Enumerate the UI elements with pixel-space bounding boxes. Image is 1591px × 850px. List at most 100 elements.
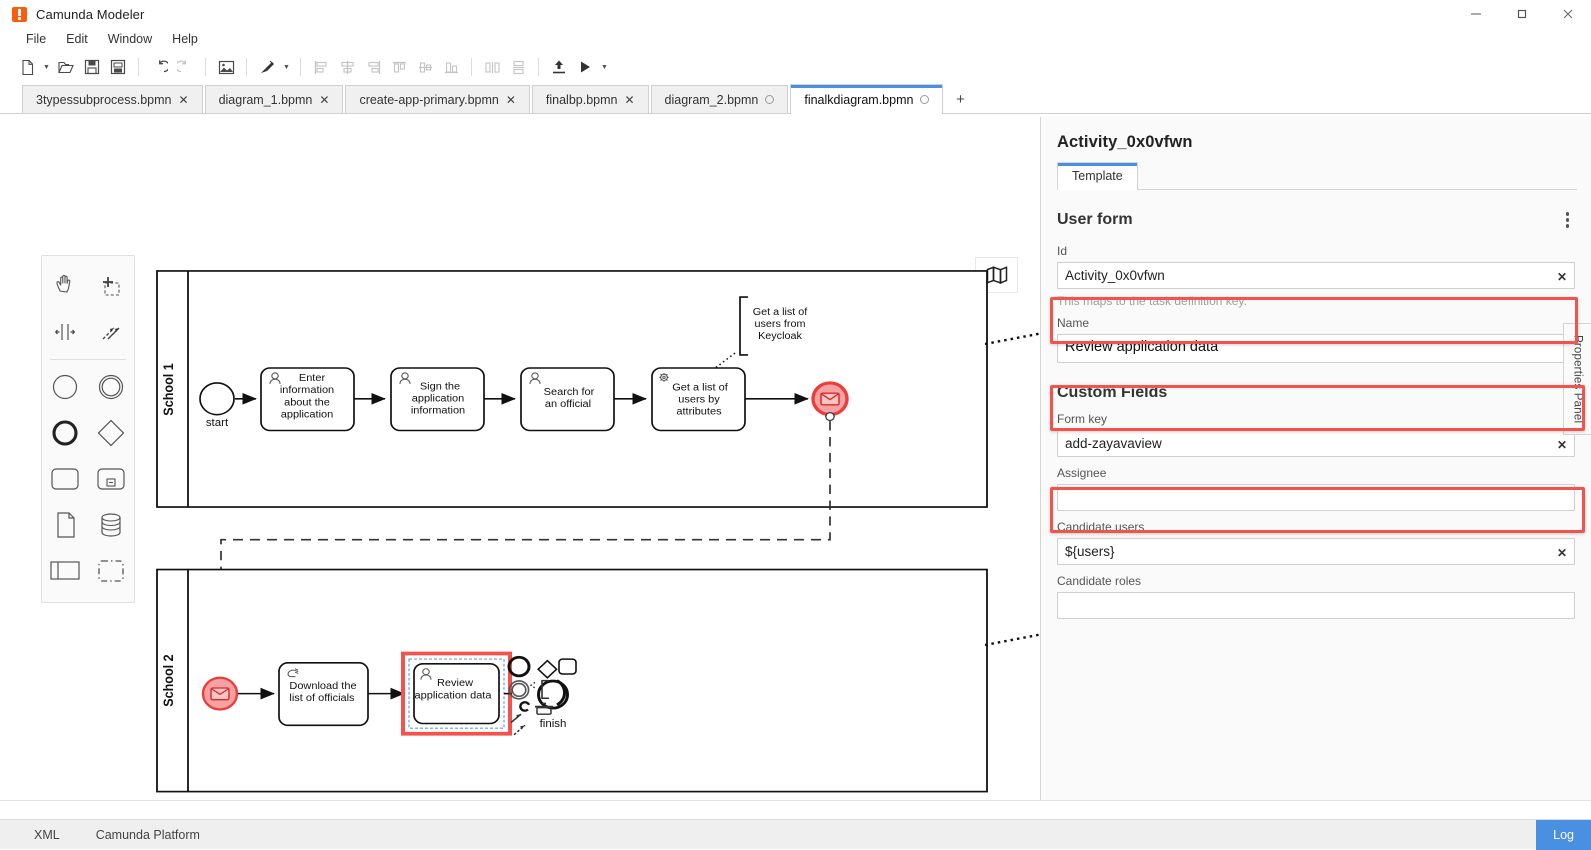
id-input[interactable]	[1057, 261, 1575, 289]
tab-diagram-2[interactable]: diagram_2.bpmn	[650, 85, 789, 113]
minimize-button[interactable]	[1453, 0, 1499, 28]
user-form-group-header: User form	[1057, 208, 1575, 232]
annotation-connector-candidate-users	[985, 633, 1040, 647]
clear-icon[interactable]: ✕	[1557, 547, 1567, 559]
task-get-list-of-users[interactable]: Get a list of users by attributes	[651, 367, 746, 432]
svg-text:an official: an official	[545, 398, 591, 410]
start-event[interactable]	[199, 382, 235, 416]
app-title: Camunda Modeler	[36, 6, 145, 22]
start-instance-icon[interactable]	[572, 54, 598, 80]
toolbar-separator	[538, 58, 539, 76]
deploy-icon[interactable]	[546, 54, 572, 80]
title-bar: Camunda Modeler	[0, 0, 1591, 28]
task-search-official[interactable]: Search for an official	[520, 367, 615, 432]
start-instance-caret[interactable]: ▼	[598, 54, 611, 80]
candidate-users-input[interactable]	[1057, 537, 1575, 565]
field-label-form-key: Form key	[1057, 411, 1108, 426]
pool-school-2: School 2 Download the list of officials …	[156, 568, 988, 793]
svg-text:Enter: Enter	[299, 372, 326, 384]
log-button[interactable]: Log	[1536, 819, 1591, 850]
svg-text:Keycloak: Keycloak	[758, 331, 803, 342]
toolbar-separator	[471, 58, 472, 76]
field-assignee: Assignee	[1057, 466, 1575, 511]
align-middle-icon	[412, 54, 438, 80]
svg-text:information: information	[280, 385, 334, 397]
align-tool-caret[interactable]: ▼	[280, 54, 293, 80]
bpmn-diagram[interactable]: School 1 start Enter information about t…	[0, 117, 1040, 800]
unsaved-indicator-icon[interactable]	[765, 95, 775, 104]
name-textarea[interactable]	[1057, 333, 1575, 363]
svg-text:about the: about the	[284, 397, 330, 409]
tab-diagram-1[interactable]: diagram_1.bpmn ✕	[204, 85, 344, 113]
maximize-button[interactable]	[1499, 0, 1545, 28]
kebab-menu-icon[interactable]	[1560, 208, 1576, 232]
status-camunda-platform[interactable]: Camunda Platform	[86, 828, 210, 842]
menu-edit[interactable]: Edit	[56, 30, 98, 48]
align-right-icon	[360, 54, 386, 80]
align-left-icon	[308, 54, 334, 80]
save-as-icon[interactable]	[105, 54, 131, 80]
task-download-list-officials[interactable]: Download the list of officials	[278, 662, 369, 727]
field-label-candidate-roles: Candidate roles	[1057, 573, 1142, 588]
custom-fields-title: Custom Fields	[1057, 383, 1168, 401]
svg-text:attributes: attributes	[676, 406, 721, 418]
close-icon[interactable]: ✕	[506, 94, 516, 106]
clear-icon[interactable]: ✕	[1557, 271, 1567, 283]
tab-label: create-app-primary.bpmn	[359, 92, 499, 107]
toolbar-separator	[246, 58, 247, 76]
assignee-input[interactable]	[1057, 483, 1575, 511]
page-title: Activity_0x0vfwn	[1057, 133, 1193, 151]
close-button[interactable]	[1545, 0, 1591, 28]
close-icon[interactable]: ✕	[624, 94, 634, 106]
close-icon[interactable]: ✕	[319, 94, 329, 106]
svg-text:application: application	[281, 409, 334, 421]
align-tool-icon[interactable]	[254, 54, 280, 80]
task-sign-application[interactable]: Sign the application information	[390, 367, 485, 432]
properties-panel: Activity_0x0vfwn Template User form Id ✕…	[1040, 117, 1591, 800]
add-tab-button[interactable]: +	[945, 85, 976, 113]
new-file-icon[interactable]	[14, 54, 40, 80]
field-form-key: Form key ✕	[1057, 412, 1575, 457]
align-top-icon	[386, 54, 412, 80]
unsaved-indicator-icon[interactable]	[920, 95, 930, 104]
field-candidate-roles: Candidate roles	[1057, 574, 1575, 619]
open-folder-icon[interactable]	[53, 54, 79, 80]
form-key-input[interactable]	[1057, 429, 1575, 457]
export-image-icon[interactable]	[213, 54, 239, 80]
svg-text:Download the: Download the	[289, 680, 356, 692]
candidate-roles-input[interactable]	[1057, 591, 1575, 619]
tab-finalbp[interactable]: finalbp.bpmn ✕	[531, 85, 649, 113]
tab-create-app-primary[interactable]: create-app-primary.bpmn ✕	[345, 85, 530, 113]
tab-template[interactable]: Template	[1057, 162, 1138, 190]
properties-panel-toggle[interactable]: Properties Panel	[1563, 323, 1591, 435]
menu-window[interactable]: Window	[98, 30, 162, 48]
tab-finalkdiagram[interactable]: finalkdiagram.bpmn	[790, 84, 944, 114]
svg-text:list of officials: list of officials	[289, 692, 354, 704]
toolbar-separator	[205, 58, 206, 76]
group-title: User form	[1057, 210, 1133, 228]
svg-text:Review: Review	[437, 677, 473, 689]
menu-help[interactable]: Help	[162, 30, 208, 48]
tab-3typessubprocess[interactable]: 3typessubprocess.bpmn ✕	[22, 85, 203, 113]
properties-panel-toggle-label: Properties Panel	[1571, 334, 1584, 424]
save-icon[interactable]	[79, 54, 105, 80]
field-id: Id ✕	[1057, 244, 1575, 289]
new-file-dropdown-caret[interactable]: ▼	[40, 54, 53, 80]
message-start-event[interactable]	[201, 676, 239, 711]
svg-text:users from: users from	[755, 319, 806, 330]
tab-label: finalkdiagram.bpmn	[804, 92, 914, 107]
pool-school-1: School 1 start Enter information about t…	[156, 270, 988, 508]
clear-icon[interactable]: ✕	[1557, 439, 1567, 451]
tab-label: diagram_2.bpmn	[664, 92, 759, 107]
task-review-application-data[interactable]: Review application data	[401, 651, 512, 736]
close-icon[interactable]: ✕	[179, 94, 189, 106]
bpmn-canvas[interactable]: School 1 start Enter information about t…	[0, 117, 1040, 800]
distribute-horizontal-icon	[479, 54, 505, 80]
menu-bar: File Edit Window Help	[0, 28, 1591, 50]
camunda-logo-icon	[12, 6, 27, 22]
task-enter-information[interactable]: Enter information about the application	[260, 367, 355, 432]
status-xml[interactable]: XML	[24, 828, 70, 842]
menu-file[interactable]: File	[16, 30, 56, 48]
undo-icon[interactable]	[146, 54, 172, 80]
pool-label-school-2: School 2	[161, 654, 177, 706]
